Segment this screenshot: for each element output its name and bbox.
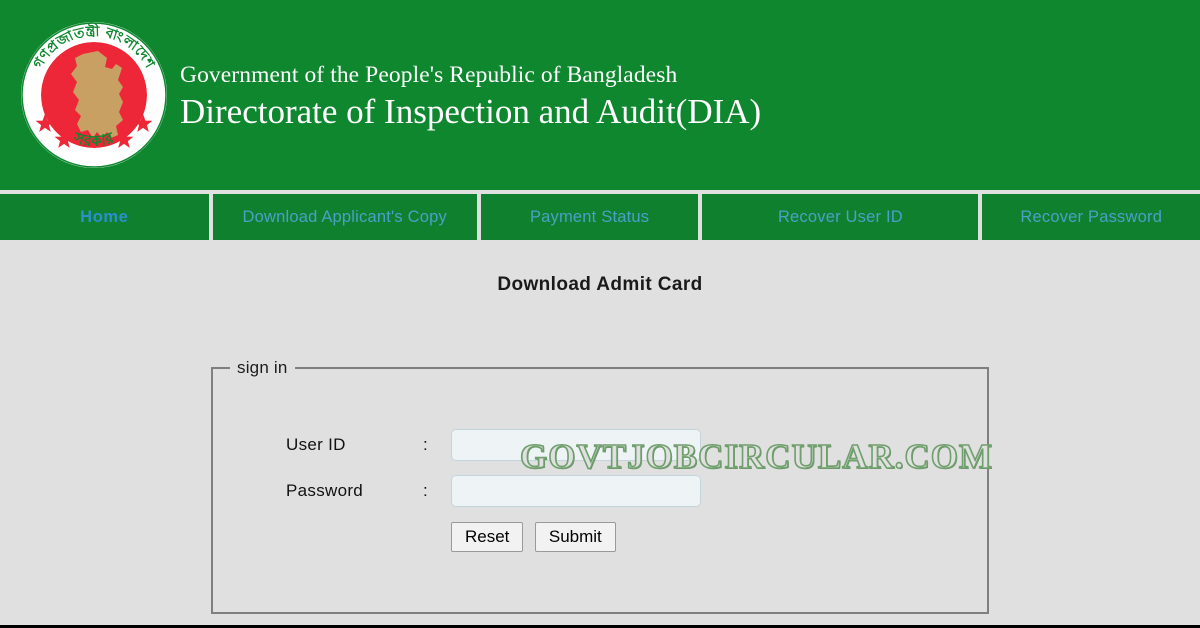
main-navigation: Home Download Applicant's Copy Payment S…: [0, 194, 1200, 240]
signin-legend: sign in: [230, 358, 295, 378]
bangladesh-government-emblem-icon: গণপ্রজাতন্ত্রী বাংলাদেশ সরকার: [21, 22, 167, 168]
submit-button[interactable]: Submit: [534, 522, 616, 552]
nav-item-download-applicants-copy[interactable]: Download Applicant's Copy: [212, 194, 477, 240]
password-input-cell: [451, 468, 701, 514]
user-id-input-cell: [451, 422, 701, 468]
password-input[interactable]: [451, 475, 701, 507]
directorate-name: Directorate of Inspection and Audit(DIA): [180, 92, 762, 131]
page-title: Download Admit Card: [497, 274, 703, 295]
nav-item-recover-user-id[interactable]: Recover User ID: [702, 194, 979, 240]
user-id-input[interactable]: [451, 429, 701, 461]
user-id-row: User ID :: [286, 422, 701, 468]
password-label: Password: [286, 481, 364, 500]
page-root: গণপ্রজাতন্ত্রী বাংলাদেশ সরকার Government…: [0, 0, 1200, 628]
reset-button[interactable]: Reset: [451, 522, 524, 552]
password-colon: :: [423, 481, 428, 500]
signin-fieldset: sign in User ID : Password: Reset Submi…: [211, 358, 989, 614]
spacer-cell-1: [286, 514, 423, 552]
password-colon-cell: :: [423, 468, 451, 514]
user-id-label-cell: User ID: [286, 422, 423, 468]
password-label-cell: Password: [286, 468, 423, 514]
user-id-label: User ID: [286, 435, 346, 454]
user-id-colon-cell: :: [423, 422, 451, 468]
header-title-block: Government of the People's Republic of B…: [180, 56, 761, 134]
button-cell: Reset Submit: [451, 514, 701, 552]
signin-form: User ID : Password : Reset Submit: [286, 422, 701, 552]
site-header: গণপ্রজাতন্ত্রী বাংলাদেশ সরকার Government…: [0, 0, 1200, 190]
nav-item-recover-password[interactable]: Recover Password: [982, 194, 1200, 240]
nav-item-payment-status[interactable]: Payment Status: [480, 194, 699, 240]
nav-item-home[interactable]: Home: [0, 194, 209, 240]
government-name: Government of the People's Republic of B…: [180, 62, 678, 88]
content-area: Download Admit Card sign in User ID : Pa…: [0, 240, 1200, 626]
emblem-container: গণপ্রজাতন্ত্রী বাংলাদেশ সরকার: [0, 0, 180, 190]
button-row: Reset Submit: [286, 514, 701, 552]
password-row: Password :: [286, 468, 701, 514]
user-id-colon: :: [423, 435, 428, 454]
spacer-cell-2: [423, 514, 451, 552]
